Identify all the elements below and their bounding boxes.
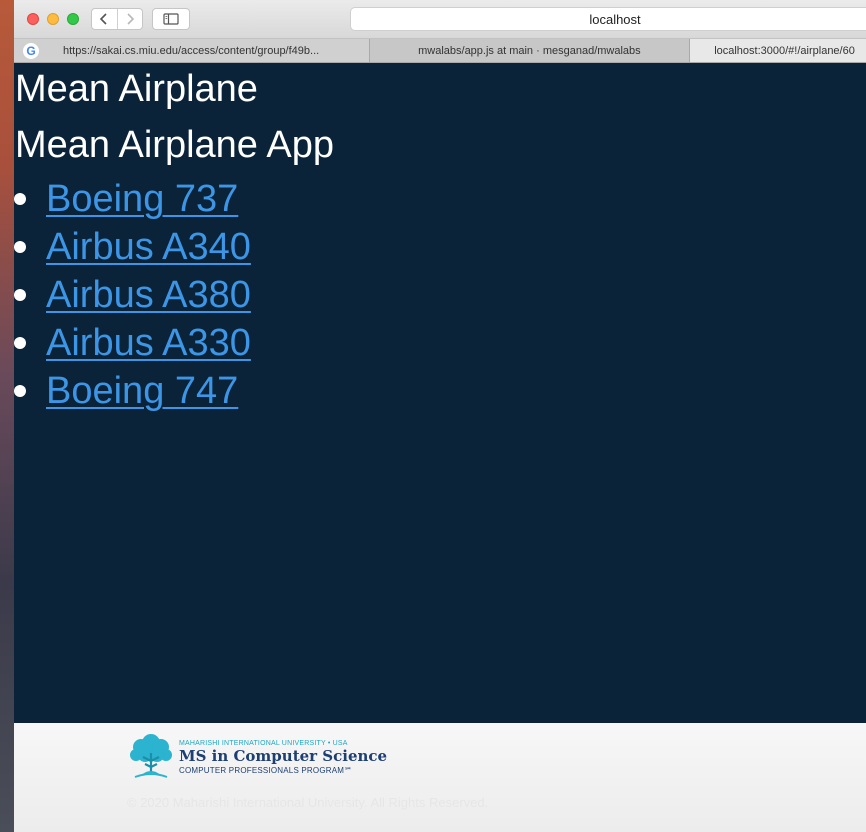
chevron-left-icon — [100, 13, 107, 25]
tab-bar: G https://sakai.cs.miu.edu/access/conten… — [14, 39, 866, 63]
tab-label: https://sakai.cs.miu.edu/access/content/… — [63, 44, 320, 57]
browser-toolbar: localhost — [14, 0, 866, 39]
address-bar-text: localhost — [589, 11, 641, 27]
address-bar[interactable]: localhost — [350, 7, 866, 31]
airplane-link[interactable]: Airbus A340 — [46, 224, 251, 270]
tab-github[interactable]: mwalabs/app.js at main · mesganad/mwalab… — [370, 39, 691, 62]
google-icon: G — [23, 42, 39, 59]
list-item: Boeing 747 — [14, 367, 251, 415]
logo-subtitle-text: COMPUTER PROFESSIONALS PROGRAM℠ — [179, 765, 353, 775]
forward-button[interactable] — [116, 9, 143, 29]
sidebar-toggle-button[interactable] — [152, 8, 190, 30]
university-logo: MAHARISHI INTERNATIONAL UNIVERSITY • USA… — [127, 731, 387, 783]
tab-label: localhost:3000/#!/airplane/60 — [714, 44, 855, 57]
list-item: Boeing 737 — [14, 175, 251, 223]
airplane-link[interactable]: Boeing 747 — [46, 368, 238, 414]
bullet-icon — [14, 337, 26, 349]
tab-label: mwalabs/app.js at main · mesganad/mwalab… — [418, 44, 641, 57]
browser-window: localhost G https://sakai.cs.miu.edu/acc… — [14, 0, 866, 832]
page-footer: MAHARISHI INTERNATIONAL UNIVERSITY • USA… — [14, 723, 866, 832]
page-subtitle: Mean Airplane App — [15, 124, 335, 166]
tab-localhost[interactable]: localhost:3000/#!/airplane/60 — [690, 39, 866, 62]
zoom-window-button[interactable] — [67, 13, 79, 25]
sidebar-icon — [163, 13, 179, 25]
list-item: Airbus A330 — [14, 319, 251, 367]
bullet-icon — [14, 289, 26, 301]
airplane-link[interactable]: Boeing 737 — [46, 176, 238, 222]
bullet-icon — [14, 241, 26, 253]
tab-sakai[interactable]: G https://sakai.cs.miu.edu/access/conten… — [14, 39, 370, 62]
page-content: Mean Airplane Mean Airplane App Boeing 7… — [14, 63, 866, 723]
minimize-window-button[interactable] — [47, 13, 59, 25]
page-title: Mean Airplane — [15, 68, 258, 110]
airplane-link[interactable]: Airbus A380 — [46, 272, 251, 318]
navigation-buttons — [91, 8, 143, 30]
tree-icon — [130, 734, 172, 778]
logo-university-text: MAHARISHI INTERNATIONAL UNIVERSITY • USA — [179, 739, 348, 747]
chevron-right-icon — [127, 13, 134, 25]
back-button[interactable] — [92, 9, 117, 29]
airplane-list: Boeing 737 Airbus A340 Airbus A380 Airbu… — [14, 175, 251, 415]
close-window-button[interactable] — [27, 13, 39, 25]
list-item: Airbus A380 — [14, 271, 251, 319]
logo-program-text: MS in Computer Science — [179, 746, 388, 765]
bullet-icon — [14, 385, 26, 397]
copyright-text: © 2020 Maharishi International Universit… — [127, 795, 489, 810]
bullet-icon — [14, 193, 26, 205]
airplane-link[interactable]: Airbus A330 — [46, 320, 251, 366]
list-item: Airbus A340 — [14, 223, 251, 271]
